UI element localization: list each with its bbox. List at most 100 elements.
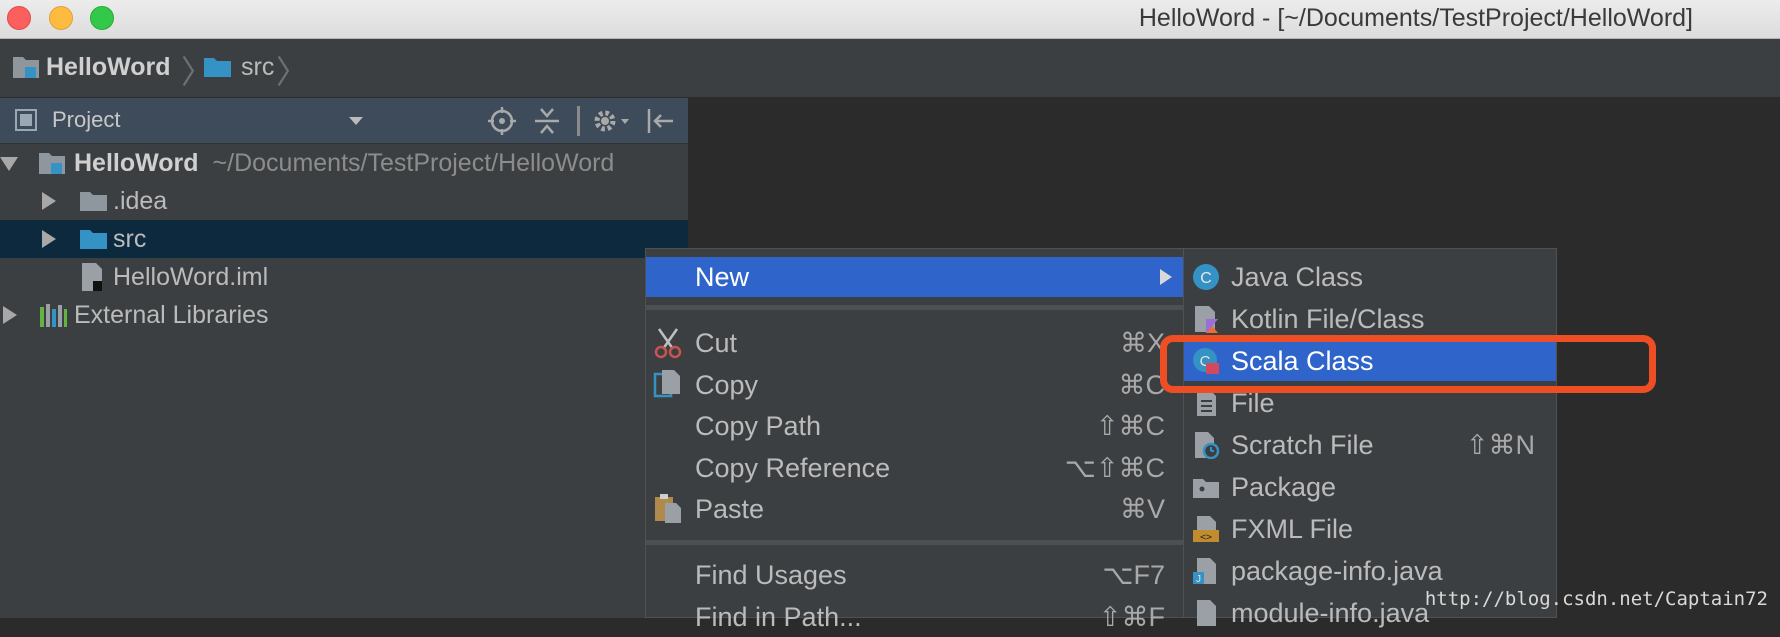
menu-item-find-in-path[interactable]: Find in Path... ⇧⌘F	[646, 597, 1183, 637]
submenu-item-fxml-file[interactable]: <> FXML File	[1184, 509, 1556, 549]
menu-item-label: Cut	[695, 327, 738, 358]
submenu-item-kotlin-file-class[interactable]: Kotlin File/Class	[1184, 299, 1556, 339]
menu-separator	[646, 305, 1183, 310]
breadcrumb-item-project[interactable]: HelloWord	[12, 49, 171, 85]
module-info-icon	[1197, 600, 1216, 626]
menu-item-label: Find in Path...	[695, 601, 862, 632]
submenu-item-java-class[interactable]: C Java Class	[1184, 257, 1556, 297]
tree-item-label: src	[113, 224, 147, 253]
menu-separator	[646, 540, 1183, 545]
close-window-button[interactable]	[7, 6, 31, 30]
tree-item-label: HelloWord.iml	[113, 262, 269, 291]
view-dropdown-icon[interactable]	[347, 115, 365, 127]
menu-item-label: Paste	[695, 493, 765, 524]
menu-item-shortcut: ⇧⌘F	[1098, 601, 1165, 632]
menu-item-shortcut: ⌥F7	[1102, 559, 1165, 590]
expand-arrow-icon[interactable]	[0, 157, 18, 171]
collapsed-arrow-icon[interactable]	[3, 306, 17, 324]
submenu-item-label: package-info.java	[1231, 555, 1443, 586]
submenu-item-shortcut: ⇧⌘N	[1465, 429, 1535, 460]
package-icon	[1193, 479, 1219, 498]
scissors-icon	[654, 328, 682, 359]
libraries-icon	[40, 304, 67, 327]
fxml-file-icon: <>	[1193, 516, 1219, 543]
svg-text:C: C	[1200, 270, 1212, 287]
menu-item-paste[interactable]: Paste ⌘V	[646, 489, 1183, 529]
window-titlebar: HelloWord - [~/Documents/TestProject/Hel…	[0, 0, 1780, 39]
tree-item-label: .idea	[113, 186, 168, 215]
annotation-highlight-box	[1160, 335, 1656, 393]
window-title: HelloWord - [~/Documents/TestProject/Hel…	[1138, 4, 1693, 32]
project-panel-header: Project	[0, 98, 688, 144]
breadcrumb-item-src[interactable]: src	[203, 49, 274, 85]
menu-item-label: Copy Path	[695, 410, 822, 441]
tree-item-iml[interactable]: HelloWord.iml	[0, 258, 688, 296]
tree-item-external-libraries[interactable]: External Libraries	[0, 296, 688, 334]
submenu-item-label: Scratch File	[1231, 429, 1374, 460]
tree-item-label: HelloWord	[74, 148, 199, 177]
submenu-item-label: Package	[1231, 471, 1337, 502]
paste-icon	[655, 494, 681, 523]
collapse-all-icon[interactable]	[533, 106, 561, 136]
scroll-from-source-icon[interactable]	[487, 106, 517, 136]
package-info-icon: J	[1193, 558, 1216, 585]
gear-icon[interactable]	[592, 106, 632, 136]
menu-item-copy[interactable]: Copy ⌘C	[646, 365, 1183, 405]
submenu-item-package[interactable]: Package	[1184, 467, 1556, 507]
scratch-file-icon	[1195, 432, 1220, 459]
project-view-icon	[15, 109, 37, 131]
submenu-item-scratch-file[interactable]: Scratch File ⇧⌘N	[1184, 425, 1556, 465]
menu-item-copy-reference[interactable]: Copy Reference ⌥⇧⌘C	[646, 448, 1183, 488]
kotlin-file-icon	[1195, 306, 1218, 333]
menu-item-label: Copy Reference	[695, 452, 891, 483]
menu-item-label: New	[695, 261, 750, 292]
svg-text:J: J	[1196, 574, 1201, 585]
submenu-item-label: Java Class	[1231, 261, 1364, 292]
breadcrumb-separator-icon: 〉	[276, 54, 309, 90]
module-folder-icon	[39, 153, 65, 174]
menu-item-shortcut: ⌘X	[1119, 327, 1165, 358]
menu-item-cut[interactable]: Cut ⌘X	[646, 323, 1183, 363]
tree-item-idea[interactable]: .idea	[0, 182, 688, 220]
collapsed-arrow-icon[interactable]	[42, 192, 56, 210]
submenu-item-label: Kotlin File/Class	[1231, 303, 1425, 334]
new-submenu: C Java Class Kotlin File/Class C Scala C…	[1183, 248, 1557, 628]
watermark: http://blog.csdn.net/Captain72	[1424, 588, 1768, 610]
collapsed-arrow-icon[interactable]	[42, 230, 56, 248]
submenu-item-label: FXML File	[1231, 513, 1354, 544]
project-panel-title: Project	[52, 107, 121, 132]
breadcrumb-label: HelloWord	[46, 52, 171, 81]
breadcrumb: HelloWord 〉 src 〉	[0, 39, 1780, 98]
submenu-arrow-icon	[1160, 269, 1172, 285]
tree-item-label: External Libraries	[74, 300, 269, 329]
menu-item-shortcut: ⌘C	[1118, 369, 1166, 400]
zoom-window-button[interactable]	[90, 6, 114, 30]
menu-item-label: Find Usages	[695, 559, 847, 590]
context-menu: New Cut ⌘X Copy ⌘C Copy Path ⇧⌘C Copy Re…	[645, 248, 1184, 632]
source-folder-icon	[80, 230, 107, 249]
menu-item-label: Copy	[695, 369, 759, 400]
copy-icon	[653, 370, 680, 398]
folder-icon	[80, 192, 107, 211]
submenu-item-label: module-info.java	[1231, 597, 1430, 628]
tree-item-src[interactable]: src	[0, 220, 688, 258]
hide-panel-icon[interactable]	[645, 106, 675, 136]
menu-item-new[interactable]: New	[646, 257, 1183, 297]
project-tree: HelloWord ~/Documents/TestProject/HelloWo…	[0, 144, 688, 618]
java-class-icon: C	[1193, 264, 1219, 290]
tree-item-helloword[interactable]: HelloWord ~/Documents/TestProject/HelloWo…	[0, 144, 688, 182]
module-folder-icon	[13, 57, 39, 78]
toolbar-divider	[577, 106, 580, 136]
menu-item-shortcut: ⇧⌘C	[1095, 410, 1165, 441]
source-folder-icon	[204, 58, 231, 77]
module-path: ~/Documents/TestProject/HelloWord	[212, 148, 615, 177]
file-icon	[1197, 390, 1216, 416]
menu-item-shortcut: ⌥⇧⌘C	[1064, 452, 1165, 483]
menu-item-copy-path[interactable]: Copy Path ⇧⌘C	[646, 406, 1183, 446]
menu-item-shortcut: ⌘V	[1119, 493, 1165, 524]
svg-text:<>: <>	[1200, 532, 1212, 543]
breadcrumb-label: src	[241, 52, 275, 81]
submenu-item-package-info[interactable]: J package-info.java	[1184, 551, 1556, 591]
minimize-window-button[interactable]	[49, 6, 73, 30]
menu-item-find-usages[interactable]: Find Usages ⌥F7	[646, 555, 1183, 595]
